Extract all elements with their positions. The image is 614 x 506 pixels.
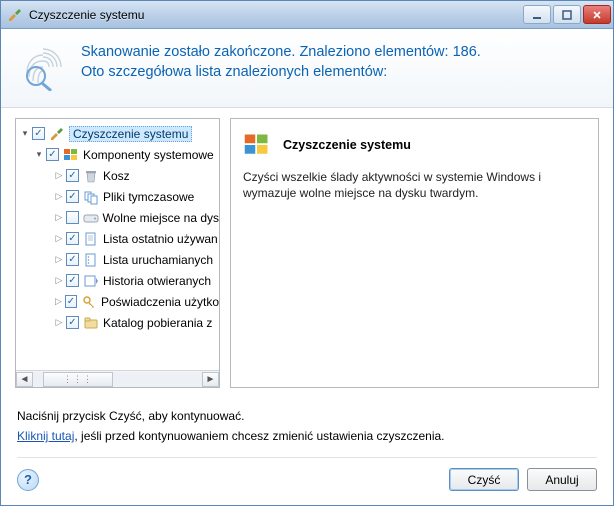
tree-item[interactable]: Poświadczenia użytko — [20, 291, 219, 312]
tree-group-label: Komponenty systemowe — [83, 148, 214, 162]
description-title: Czyszczenie systemu — [283, 138, 411, 152]
downloads-icon — [83, 315, 99, 331]
header-band: Skanowanie zostało zakończone. Znalezion… — [1, 29, 613, 108]
app-icon — [7, 7, 23, 23]
window-title: Czyszczenie systemu — [29, 8, 523, 22]
expander-icon[interactable] — [34, 150, 44, 160]
history-icon — [83, 273, 99, 289]
description-body: Czyści wszelkie ślady aktywności w syste… — [243, 169, 586, 201]
checkbox[interactable] — [66, 232, 79, 245]
expander-icon[interactable] — [54, 171, 64, 181]
tree-item[interactable]: Lista ostatnio używan — [20, 228, 219, 249]
cleanup-icon — [49, 126, 65, 142]
tree-item[interactable]: Kosz — [20, 165, 219, 186]
scroll-track[interactable]: ⋮⋮⋮ — [33, 372, 202, 387]
expander-icon[interactable] — [54, 297, 63, 307]
tree-group[interactable]: Komponenty systemowe — [20, 144, 219, 165]
footer-link-rest: , jeśli przed kontynuowaniem chcesz zmie… — [74, 429, 444, 443]
expander-icon[interactable] — [54, 318, 64, 328]
expander-icon[interactable] — [54, 213, 64, 223]
run-list-icon — [83, 252, 99, 268]
tree-item-label: Lista ostatnio używan — [103, 232, 218, 246]
checkbox[interactable] — [66, 190, 79, 203]
button-row: ? Czyść Anuluj — [17, 457, 597, 491]
tree-item-label: Katalog pobierania z — [103, 316, 212, 330]
recent-icon — [83, 231, 99, 247]
minimize-button[interactable] — [523, 5, 551, 24]
content-row: Czyszczenie systemu Komponenty systemowe… — [1, 108, 613, 401]
footer-hint: Naciśnij przycisk Czyść, aby kontynuować… — [17, 409, 597, 423]
expander-icon[interactable] — [54, 192, 64, 202]
tree-view[interactable]: Czyszczenie systemu Komponenty systemowe… — [16, 119, 219, 370]
credentials-icon — [81, 294, 97, 310]
tree-item[interactable]: Lista uruchamianych — [20, 249, 219, 270]
tree-item-label: Historia otwieranych — [103, 274, 211, 288]
tree-item-label: Lista uruchamianych — [103, 253, 213, 267]
window-controls — [523, 5, 611, 24]
fingerprint-icon — [19, 43, 67, 91]
checkbox[interactable] — [66, 211, 79, 224]
tree-item-label: Kosz — [103, 169, 130, 183]
close-button[interactable] — [583, 5, 611, 24]
tree-item[interactable]: Katalog pobierania z — [20, 312, 219, 333]
cancel-button[interactable]: Anuluj — [527, 468, 597, 491]
tree-item[interactable]: Pliki tymczasowe — [20, 186, 219, 207]
trash-icon — [83, 168, 99, 184]
disk-icon — [83, 210, 99, 226]
tree-item-label: Pliki tymczasowe — [103, 190, 194, 204]
tree-root-label: Czyszczenie systemu — [69, 126, 192, 142]
checkbox[interactable] — [66, 253, 79, 266]
description-panel: Czyszczenie systemu Czyści wszelkie ślad… — [230, 118, 599, 388]
tree-root[interactable]: Czyszczenie systemu — [20, 123, 219, 144]
expander-icon[interactable] — [54, 255, 64, 265]
scroll-thumb[interactable]: ⋮⋮⋮ — [43, 372, 113, 387]
windows-icon — [63, 147, 79, 163]
maximize-button[interactable] — [553, 5, 581, 24]
footer-link-row: Kliknij tutaj, jeśli przed kontynuowanie… — [17, 429, 597, 443]
header-text: Skanowanie zostało zakończone. Znalezion… — [81, 43, 481, 82]
tree-item-label: Poświadczenia użytko — [101, 295, 219, 309]
clean-button[interactable]: Czyść — [449, 468, 519, 491]
header-line1: Skanowanie zostało zakończone. Znalezion… — [81, 43, 481, 63]
checkbox[interactable] — [66, 274, 79, 287]
tree-item-label: Wolne miejsce na dys — [103, 211, 220, 225]
expander-icon[interactable] — [20, 129, 30, 139]
tempfiles-icon — [83, 189, 99, 205]
titlebar[interactable]: Czyszczenie systemu — [1, 1, 613, 29]
cleanup-icon — [243, 131, 271, 159]
header-line2: Oto szczegółowa lista znalezionych eleme… — [81, 63, 481, 83]
expander-icon[interactable] — [54, 234, 64, 244]
change-settings-link[interactable]: Kliknij tutaj — [17, 429, 74, 443]
footer: Naciśnij przycisk Czyść, aby kontynuować… — [1, 401, 613, 505]
scroll-right-button[interactable]: ► — [202, 372, 219, 387]
checkbox[interactable] — [66, 316, 79, 329]
checkbox[interactable] — [65, 295, 77, 308]
app-window: Czyszczenie systemu — [0, 0, 614, 506]
scroll-left-button[interactable]: ◄ — [16, 372, 33, 387]
tree-item[interactable]: Historia otwieranych — [20, 270, 219, 291]
checkbox[interactable] — [46, 148, 59, 161]
tree-panel: Czyszczenie systemu Komponenty systemowe… — [15, 118, 220, 388]
help-icon[interactable]: ? — [17, 469, 39, 491]
tree-item[interactable]: Wolne miejsce na dys — [20, 207, 219, 228]
checkbox[interactable] — [66, 169, 79, 182]
checkbox[interactable] — [32, 127, 45, 140]
horizontal-scrollbar[interactable]: ◄ ⋮⋮⋮ ► — [16, 370, 219, 387]
expander-icon[interactable] — [54, 276, 64, 286]
